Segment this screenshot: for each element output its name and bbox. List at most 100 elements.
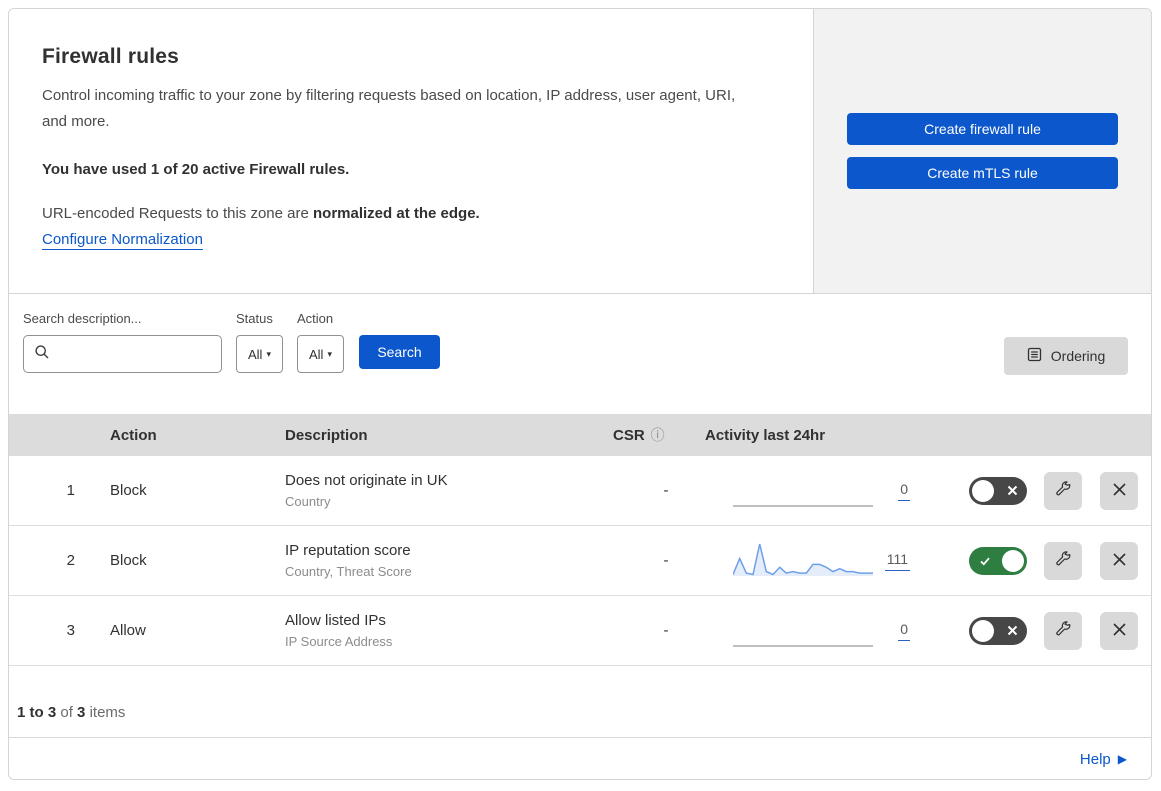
rule-activity: 111: [705, 526, 925, 595]
rule-title: Allow listed IPs: [285, 612, 386, 629]
delete-rule-button[interactable]: [1100, 611, 1138, 650]
rule-number: 1: [66, 482, 75, 499]
activity-count-link[interactable]: 111: [884, 551, 910, 571]
search-group: Search description...: [23, 311, 222, 373]
status-select[interactable]: All ▾: [236, 335, 283, 373]
create-mtls-rule-button[interactable]: Create mTLS rule: [847, 157, 1118, 189]
status-group: Status All ▾: [236, 311, 283, 373]
rule-title: Does not originate in UK: [285, 472, 448, 489]
rule-description: Does not originate in UK Country: [274, 472, 599, 509]
wrench-icon: [1054, 620, 1072, 641]
rule-fields: Country, Threat Score: [285, 564, 412, 579]
ordering-label: Ordering: [1050, 348, 1106, 364]
actions-panel: Create firewall rule Create mTLS rule: [813, 9, 1151, 293]
table-header: Action Description CSR ⓘ Activity last 2…: [9, 414, 1151, 456]
rule-description: Allow listed IPs IP Source Address: [274, 612, 599, 649]
rule-description: IP reputation score Country, Threat Scor…: [274, 542, 599, 579]
rule-activity: 0: [705, 456, 925, 525]
normalization-note: URL-encoded Requests to this zone are no…: [42, 205, 773, 222]
info-icon[interactable]: ⓘ: [651, 425, 665, 445]
rule-csr: -: [663, 552, 669, 569]
table-row: 2 Block IP reputation score Country, Thr…: [9, 526, 1151, 596]
edit-rule-button[interactable]: [1044, 541, 1082, 580]
page-description: Control incoming traffic to your zone by…: [42, 87, 736, 130]
delete-rule-button[interactable]: [1100, 471, 1138, 510]
search-box[interactable]: [23, 335, 222, 373]
activity-column-header: Activity last 24hr: [705, 426, 826, 444]
action-column-header: Action: [110, 426, 157, 444]
activity-sparkline: [733, 644, 873, 647]
of-text: of: [60, 704, 73, 721]
edit-rule-button[interactable]: [1044, 611, 1082, 650]
configure-normalization-link[interactable]: Configure Normalization: [42, 231, 203, 250]
rule-activity: 0: [705, 596, 925, 665]
filter-bar: Search description... Status All ▾ Actio…: [9, 294, 1151, 414]
firewall-rules-card: Firewall rules Control incoming traffic …: [8, 8, 1152, 780]
delete-rule-button[interactable]: [1100, 541, 1138, 580]
chevron-down-icon: ▾: [266, 348, 271, 359]
rule-action: Block: [110, 552, 147, 569]
action-select[interactable]: All ▾: [297, 335, 344, 373]
activity-count-link[interactable]: 0: [898, 481, 910, 501]
help-link[interactable]: Help ▶: [1080, 751, 1127, 768]
toggle-knob: [972, 479, 994, 502]
rule-number: 2: [66, 552, 75, 569]
help-bar: Help ▶: [9, 737, 1151, 779]
status-select-value: All: [248, 346, 263, 362]
rule-action: Allow: [110, 622, 146, 639]
search-label: Search description...: [23, 311, 142, 326]
rule-enabled-toggle[interactable]: [969, 546, 1027, 575]
check-icon: [972, 547, 998, 575]
rule-number: 3: [66, 622, 75, 639]
help-label: Help: [1079, 750, 1111, 768]
wrench-icon: [1054, 480, 1072, 501]
rule-enabled-toggle[interactable]: [969, 616, 1027, 645]
ordering-icon: [1027, 347, 1042, 365]
range-text: 1 to 3: [17, 704, 57, 721]
toggle-knob: [1002, 549, 1024, 572]
rule-enabled-toggle[interactable]: [969, 476, 1027, 505]
activity-sparkline: [733, 504, 873, 507]
rule-action: Block: [110, 482, 147, 499]
action-filter-label: Action: [297, 311, 334, 326]
arrow-right-icon: ▶: [1117, 752, 1127, 766]
close-icon: [1112, 552, 1127, 570]
action-select-value: All: [309, 346, 324, 362]
search-icon: [34, 344, 50, 365]
table-footer: 1 to 3 of 3 items: [9, 666, 1151, 737]
header-section: Firewall rules Control incoming traffic …: [9, 9, 1151, 294]
activity-count-link[interactable]: 0: [898, 621, 910, 641]
items-text: items: [89, 704, 126, 721]
normalization-bold: normalized at the edge.: [313, 205, 480, 222]
rule-fields: IP Source Address: [285, 634, 393, 649]
x-icon: [999, 617, 1025, 645]
normalization-prefix: URL-encoded Requests to this zone are: [42, 205, 313, 222]
search-button[interactable]: Search: [359, 335, 440, 369]
status-label: Status: [236, 311, 273, 326]
csr-label: CSR: [613, 426, 645, 444]
create-firewall-rule-button[interactable]: Create firewall rule: [847, 113, 1118, 145]
rule-title: IP reputation score: [285, 542, 411, 559]
close-icon: [1112, 622, 1127, 640]
rule-fields: Country: [285, 494, 331, 509]
page-title: Firewall rules: [42, 45, 180, 68]
table-row: 3 Allow Allow listed IPs IP Source Addre…: [9, 596, 1151, 666]
activity-sparkline: [733, 543, 873, 576]
table-row: 1 Block Does not originate in UK Country…: [9, 456, 1151, 526]
search-input[interactable]: [58, 346, 211, 362]
usage-summary: You have used 1 of 20 active Firewall ru…: [42, 161, 350, 178]
x-icon: [999, 477, 1025, 505]
ordering-button[interactable]: Ordering: [1004, 337, 1128, 375]
wrench-icon: [1054, 550, 1072, 571]
items-range: 1 to 3 of 3 items: [17, 704, 125, 721]
header-text-panel: Firewall rules Control incoming traffic …: [9, 9, 813, 293]
csr-column-header: CSR ⓘ: [599, 425, 705, 445]
rule-csr: -: [663, 482, 669, 499]
description-column-header: Description: [285, 426, 368, 444]
chevron-down-icon: ▾: [327, 348, 332, 359]
edit-rule-button[interactable]: [1044, 471, 1082, 510]
action-filter-group: Action All ▾: [297, 311, 344, 373]
rule-csr: -: [663, 622, 669, 639]
toggle-knob: [972, 619, 994, 642]
close-icon: [1112, 482, 1127, 500]
